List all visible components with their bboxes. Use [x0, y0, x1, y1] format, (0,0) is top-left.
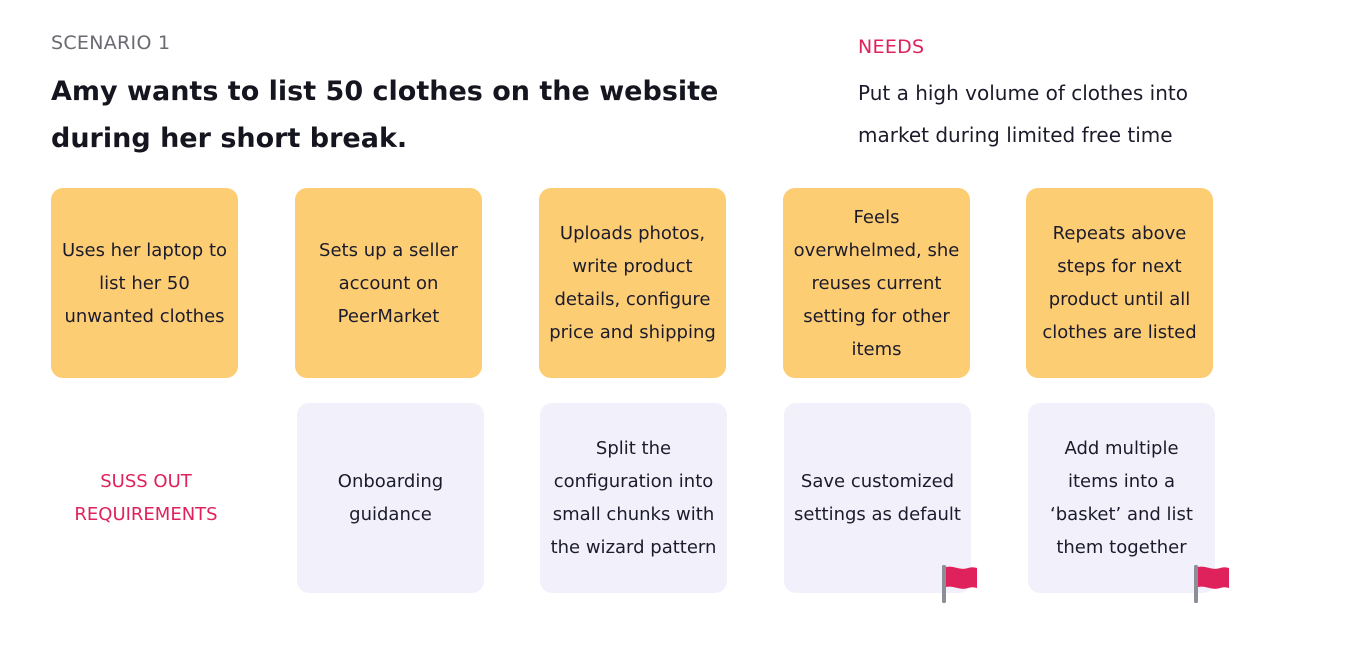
step-card-2: Sets up a seller account on PeerMarket	[295, 188, 482, 378]
requirements-label: SUSS OUT REQUIREMENTS	[74, 471, 218, 525]
step-card-1: Uses her laptop to list her 50 unwanted …	[51, 188, 238, 378]
needs-text: Put a high volume of clothes into market…	[858, 81, 1188, 147]
needs-label: NEEDS	[858, 36, 925, 58]
step-card-3: Uploads photos, write product details, c…	[539, 188, 726, 378]
requirement-card-1: Onboarding guidance	[297, 403, 484, 593]
requirement-card-2: Split the configuration into small chunk…	[540, 403, 727, 593]
scenario-title: Amy wants to list 50 clothes on the webs…	[51, 76, 719, 154]
red-flag-icon	[942, 565, 977, 603]
step-card-4: Feels overwhelmed, she reuses current se…	[783, 188, 970, 378]
scenario-label: SCENARIO 1	[51, 32, 171, 54]
step-card-5: Repeats above steps for next product unt…	[1026, 188, 1213, 378]
requirement-card-4: Add multiple items into a ‘basket’ and l…	[1028, 403, 1215, 593]
red-flag-icon	[1194, 565, 1229, 603]
